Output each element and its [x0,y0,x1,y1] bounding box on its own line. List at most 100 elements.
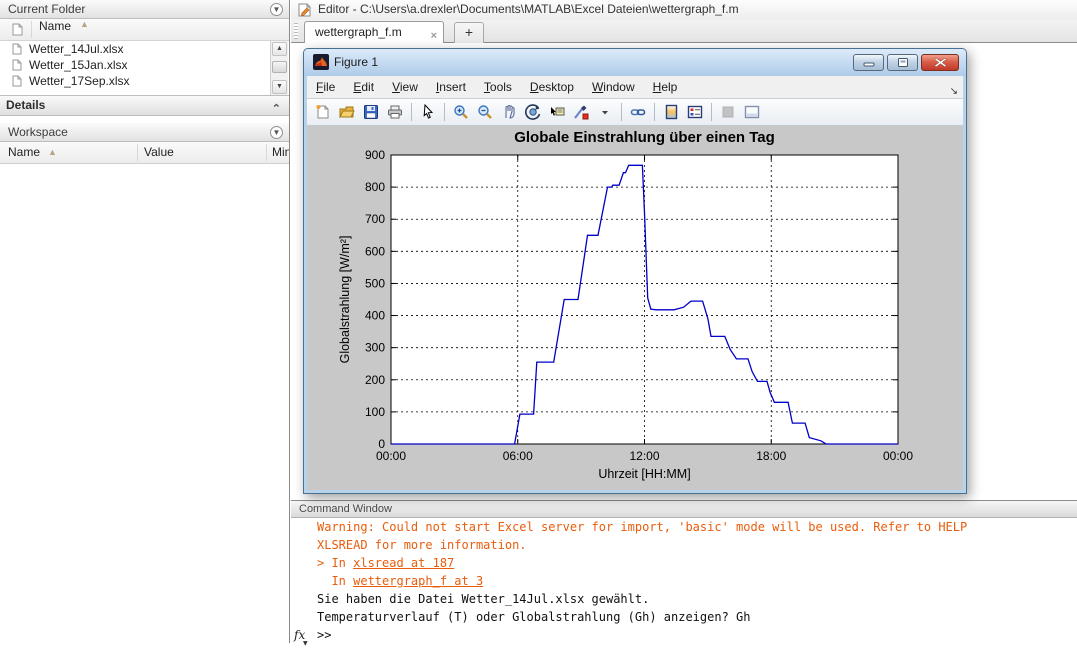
collapse-chevron-icon[interactable]: ⌃ [272,100,281,119]
stack-trace-link[interactable]: xlsread at 187 [353,556,454,570]
file-row[interactable]: Wetter_14Jul.xlsx [0,41,268,57]
data-cursor-icon[interactable] [545,101,569,123]
output-text: In [317,574,353,588]
menu-view[interactable]: View [383,76,427,98]
brush-dropdown-icon[interactable] [593,101,617,123]
file-name: Wetter_15Jan.xlsx [29,58,128,72]
menu-window[interactable]: Window [583,76,644,98]
show-plot-tools-icon[interactable] [740,101,764,123]
menu-file[interactable]: File [307,76,344,98]
svg-text:06:00: 06:00 [503,449,533,463]
prompt-text: >> [317,628,331,642]
zoom-out-icon[interactable] [473,101,497,123]
new-file-icon[interactable] [311,101,335,123]
output-text: > In [317,556,353,570]
file-row[interactable]: Wetter_17Sep.xlsx [0,73,268,89]
workspace-menu-icon[interactable]: ▼ [270,126,283,139]
svg-text:700: 700 [365,212,385,226]
svg-text:400: 400 [365,309,385,323]
command-output-line: In wettergraph_f at 3 [291,572,1077,590]
menu-insert[interactable]: Insert [427,76,475,98]
file-name: Wetter_14Jul.xlsx [29,42,123,56]
fx-button[interactable]: fx▼ [294,626,314,642]
workspace-value-column[interactable]: Value [144,142,174,163]
print-icon[interactable] [383,101,407,123]
rotate-3d-icon[interactable] [521,101,545,123]
menu-desktop[interactable]: Desktop [521,76,583,98]
svg-text:00:00: 00:00 [376,449,406,463]
file-name: Wetter_17Sep.xlsx [29,74,130,88]
file-list-scrollbar[interactable]: ▲ ▼ [270,41,288,95]
save-icon[interactable] [359,101,383,123]
figure-menubar: FileEditViewInsertToolsDesktopWindowHelp… [307,76,963,99]
details-section-header[interactable]: Details ⌃ [0,95,289,116]
chart: 010020030040050060070080090000:0006:0012… [307,126,963,490]
pan-icon[interactable] [497,101,521,123]
menu-edit[interactable]: Edit [344,76,383,98]
brush-icon[interactable] [569,101,593,123]
workspace-header: Workspace ▼ [0,123,289,142]
chart-title: Globale Einstrahlung über einen Tag [514,129,775,146]
svg-text:00:00: 00:00 [883,449,913,463]
figure-canvas: 010020030040050060070080090000:0006:0012… [307,126,963,490]
file-type-column-icon [12,23,23,36]
file-icon [12,43,22,55]
colorbar-icon[interactable] [659,101,683,123]
tab-bar-drag-handle[interactable] [294,23,298,39]
command-output-line: Warning: Could not start Excel server fo… [291,518,1077,536]
current-folder-header: Current Folder ▼ [0,0,289,19]
open-file-icon[interactable] [335,101,359,123]
menu-help[interactable]: Help [644,76,687,98]
current-folder-menu-icon[interactable]: ▼ [270,3,283,16]
command-window-body[interactable]: Warning: Could not start Excel server fo… [291,518,1077,643]
maximize-button[interactable] [887,54,918,71]
pointer-icon[interactable] [416,101,440,123]
svg-text:900: 900 [365,148,385,162]
sort-ascending-icon: ▲ [48,142,57,163]
workspace-min-column[interactable]: Min [272,142,289,163]
hide-plot-tools-icon[interactable] [716,101,740,123]
new-tab-button[interactable]: + [454,22,484,43]
command-output-line: XLSREAD for more information. [291,536,1077,554]
scroll-up-icon[interactable]: ▲ [272,42,287,56]
scroll-down-icon[interactable]: ▼ [272,80,287,94]
link-plot-icon[interactable] [626,101,650,123]
left-panel: Current Folder ▼ Name ▲ Wetter_14Jul.xls… [0,0,290,643]
file-name-column-label: Name [39,19,71,33]
workspace-column-header[interactable]: Name ▲ Value Min [0,142,289,164]
fx-dropdown-icon: ▼ [303,635,308,653]
svg-text:300: 300 [365,341,385,355]
figure-toolbar [307,99,963,126]
minimize-button[interactable] [853,54,884,71]
tab-close-icon[interactable]: × [431,26,437,46]
command-output-line: Sie haben die Datei Wetter_14Jul.xlsx ge… [291,590,1077,608]
svg-text:600: 600 [365,244,385,258]
command-output-line: > In xlsread at 187 [291,554,1077,572]
file-list: Wetter_14Jul.xlsx Wetter_15Jan.xlsx Wetter… [0,41,268,95]
command-window-header: Command Window [291,501,1077,518]
x-axis-label: Uhrzeit [HH:MM] [598,467,690,481]
command-prompt-line[interactable]: fx▼>> [291,626,1077,644]
scrollbar-thumb[interactable] [272,61,287,73]
svg-text:500: 500 [365,276,385,290]
command-window-title: Command Window [299,503,392,515]
editor-document-icon [298,3,312,17]
file-row[interactable]: Wetter_15Jan.xlsx [0,57,268,73]
output-text: XLSREAD for more information. [317,538,527,552]
editor-title: Editor - C:\Users\a.drexler\Documents\MA… [318,0,739,19]
tab-wettergraph[interactable]: wettergraph_f.m × [304,21,444,43]
workspace-name-column[interactable]: Name [8,142,40,163]
svg-text:12:00: 12:00 [629,449,659,463]
zoom-in-icon[interactable] [449,101,473,123]
command-window: Command Window Warning: Could not start … [291,500,1077,643]
y-axis-label: Globalstrahlung [W/m²] [338,236,352,364]
figure-title: Figure 1 [334,55,378,69]
current-folder-title: Current Folder [8,2,85,16]
legend-icon[interactable] [683,101,707,123]
stack-trace-link[interactable]: wettergraph_f at 3 [353,574,483,588]
svg-text:800: 800 [365,180,385,194]
menu-tools[interactable]: Tools [475,76,521,98]
figure-titlebar[interactable]: Figure 1 [304,49,966,76]
file-list-column-header[interactable]: Name ▲ [0,19,289,41]
close-button[interactable] [921,54,959,71]
